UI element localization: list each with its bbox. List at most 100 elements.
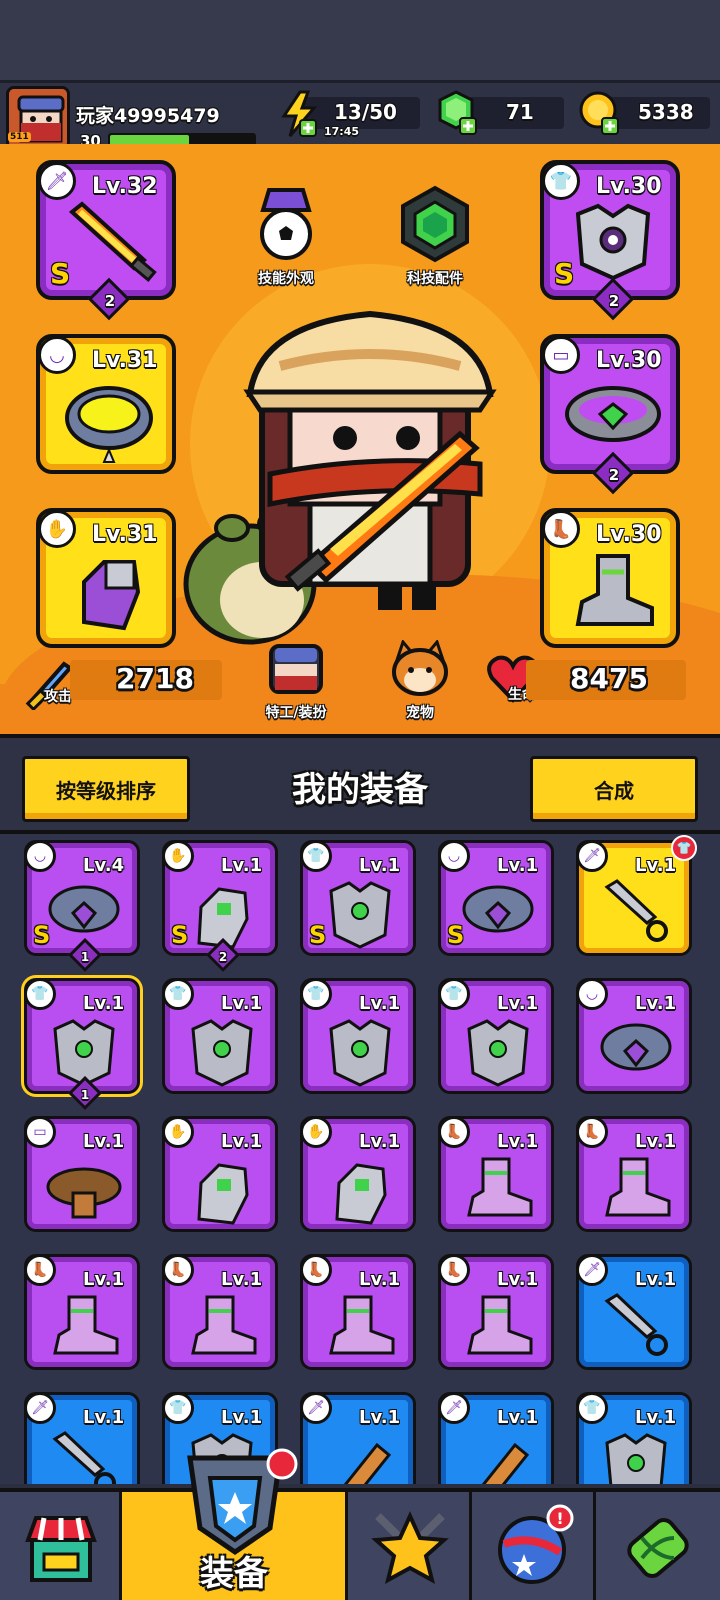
inventory-item[interactable]: 👕 Lv.1 1 [24,978,140,1110]
slot-boots[interactable]: 👢 Lv.30 [540,508,680,648]
grade-badge: S [554,257,575,290]
inventory-item[interactable]: 👢 Lv.1 [438,1254,554,1370]
glove-icon [82,560,141,631]
hp-value: 8475 [570,662,648,695]
svg-text:!: ! [556,1509,563,1528]
skill-skin-button[interactable]: 技能外观 [246,184,326,288]
inventory-item[interactable]: 👕 Lv.1 [300,978,416,1094]
grade-badge: S [50,257,71,290]
energy-plus-icon[interactable] [278,90,320,138]
boot-type-icon: 👢 [162,1254,194,1286]
armor-type-icon: 👕 [300,978,332,1010]
inventory-item[interactable]: 🗡 Lv.1 [300,1392,416,1484]
slot-necklace[interactable]: ◡ Lv.31 [36,334,176,474]
club-type-icon: 🗡 [300,1392,332,1424]
armor-icon [329,881,391,949]
star-count: 1 [80,1088,90,1102]
necklace-icon [600,1023,672,1071]
boot-type-icon: 👢 [438,1116,470,1148]
inventory-item[interactable]: 👢 Lv.1 [438,1116,554,1232]
inventory-item[interactable]: 👕 Lv.1 [162,978,278,1094]
player-name: 玩家49995479 [76,105,220,127]
belt-type-icon: ▭ [24,1116,56,1148]
inventory-item[interactable]: ◡ Lv.1 [576,978,692,1094]
coin-plus-icon[interactable] [578,90,622,136]
skill-skin-label: 技能外观 [258,271,314,287]
gem-plus-icon[interactable] [436,90,480,136]
slot-gloves[interactable]: ✋ Lv.31 [36,508,176,648]
equipment-screen: 511 玩家49995479 30 13/50 17:45 71 5338 🗡 … [0,0,720,1600]
inventory-item[interactable]: ◡ Lv.1 S [438,840,554,956]
boot-icon [329,1295,395,1355]
inventory-item[interactable]: 👢 Lv.1 [300,1254,416,1370]
kunai-type-icon: 🗡 [576,840,608,872]
inventory-item[interactable]: 👕 Lv.1 [438,978,554,1094]
slot-belt[interactable]: ▭ Lv.30 2 [540,334,680,495]
nav-events[interactable]: ! [472,1492,596,1600]
nav-talents[interactable] [348,1492,472,1600]
inventory-item[interactable]: ✋ Lv.1 [162,1116,278,1232]
kunai-icon [604,1293,668,1356]
necklace-icon [462,885,534,933]
avatar-level-badge: 511 [8,132,31,142]
glove-type-icon: ✋ [162,840,194,872]
inventory-item[interactable]: ◡ Lv.4 S 1 [24,840,140,972]
agent-outfit-button[interactable]: 特工/装扮 [250,640,342,722]
dna-icon [627,1518,689,1578]
slot-armor[interactable]: 👕 Lv.30 S 2 [540,160,680,321]
inventory-item[interactable]: 👕 Lv.1 S [300,840,416,956]
inventory-item[interactable]: 👕 Lv.1 [576,1392,692,1484]
coin-count: 5338 [638,100,694,124]
hex-chip-icon [401,185,469,263]
glove-icon [335,1163,387,1225]
nav-shop[interactable] [0,1492,122,1600]
gem-count: 71 [506,100,534,124]
inventory-grid: ◡ Lv.4 S 1 ✋ Lv.1 S 2 👕 Lv.1 S ◡ Lv.1 S 🗡 Lv.1 👕 👕 Lv.1 1 👕 L… [0,834,720,1484]
inventory-item[interactable]: ✋ Lv.1 [300,1116,416,1232]
grade-badge: S [447,921,465,949]
inventory-item[interactable]: ✋ Lv.1 S 2 [162,840,278,972]
status-bar [0,0,720,80]
nav-equipment[interactable]: 装备 [122,1448,348,1600]
necklace-type-icon: ◡ [576,978,608,1010]
kunai-type-icon: 🗡 [24,1392,56,1424]
attack-value: 2718 [116,662,194,695]
inventory-item[interactable]: ▭ Lv.1 [24,1116,140,1232]
pet-label: 宠物 [406,705,434,721]
boot-icon [467,1157,533,1217]
club-icon [343,1442,392,1484]
tech-parts-label: 科技配件 [407,271,463,287]
agent-outfit-label: 特工/装扮 [265,705,327,721]
boot-icon [467,1295,533,1355]
inventory-item[interactable]: 👢 Lv.1 [24,1254,140,1370]
slot-weapon[interactable]: 🗡 Lv.32 S 2 [36,160,176,321]
armor-icon [467,1019,529,1087]
inventory-item[interactable]: 👢 Lv.1 [162,1254,278,1370]
hero-panel: 🗡 Lv.32 S 2 👕 Lv.30 S 2 ◡ Lv.31 ▭ Lv.30 … [0,144,720,734]
kunai-icon [52,1431,116,1484]
inventory-item[interactable]: 👢 Lv.1 [576,1116,692,1232]
necklace-icon [65,386,153,463]
boot-icon [575,554,654,626]
armor-type-icon: 👕 [438,978,470,1010]
grade-badge: S [309,921,327,949]
kunai-icon [604,879,668,942]
inventory-item[interactable]: 🗡 Lv.1 👕 [576,835,697,956]
armor-type-icon: 👕 [162,1392,194,1424]
tech-parts-button[interactable]: 科技配件 [392,184,478,288]
club-icon [481,1442,530,1484]
armor-type-icon: 👕 [24,978,56,1010]
merge-button[interactable]: 合成 ! [530,756,698,822]
inventory-item[interactable]: 🗡 Lv.1 [24,1392,140,1484]
attack-stat: 2718 [70,660,222,700]
glove-type-icon: ✋ [300,1116,332,1148]
armor-type-icon: 👕 [162,978,194,1010]
boot-icon [53,1295,119,1355]
pet-button[interactable]: 宠物 [384,638,456,722]
inventory-item[interactable]: 🗡 Lv.1 [438,1392,554,1484]
nav-evolution[interactable] [596,1492,720,1600]
inventory-item[interactable]: 🗡 Lv.1 [576,1254,692,1370]
hp-stat: 8475 [526,660,686,700]
star-count: 2 [218,950,228,964]
belt-icon [46,1167,122,1219]
